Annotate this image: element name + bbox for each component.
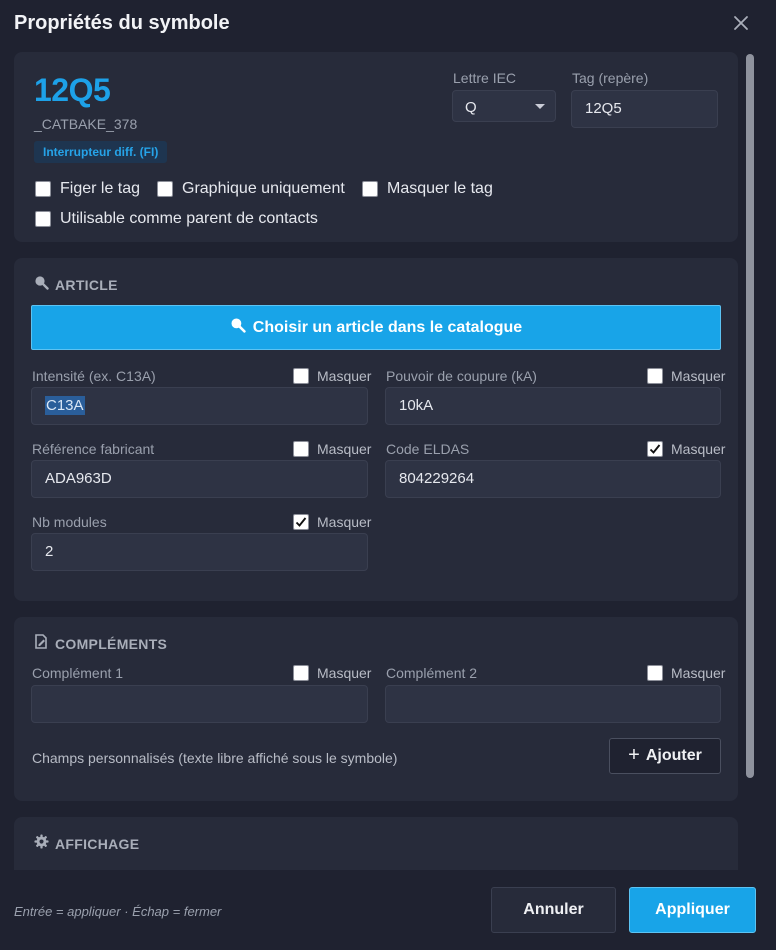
check-icon: [649, 444, 661, 454]
cancel-button[interactable]: Annuler: [491, 887, 616, 933]
iec-letter-value: Q: [465, 99, 477, 116]
article-card: ARTICLE Choisir un article dans le catal…: [14, 258, 738, 601]
option-contact-parent[interactable]: Utilisable comme parent de contacts: [35, 210, 318, 228]
field-label: Complément 2: [386, 665, 478, 681]
checkbox[interactable]: [293, 368, 309, 384]
plus-icon: +: [628, 743, 640, 766]
option-graphic-only[interactable]: Graphique uniquement: [157, 180, 345, 198]
field-label: Pouvoir de coupure (kA): [386, 368, 537, 384]
option-freeze-tag[interactable]: Figer le tag: [35, 180, 140, 198]
mask-toggle[interactable]: Masquer: [647, 665, 725, 681]
iec-letter-label: Lettre IEC: [453, 70, 517, 86]
checkbox[interactable]: [647, 441, 663, 457]
breaking-capacity-input[interactable]: 10kA: [385, 387, 721, 425]
edit-document-icon: [34, 634, 49, 654]
custom-fields-text: Champs personnalisés (texte libre affich…: [32, 750, 398, 766]
tag-label: Tag (repère): [572, 70, 649, 86]
catalog-id: _CATBAKE_378: [34, 116, 138, 132]
intensity-value: C13A: [45, 396, 85, 415]
complements-heading: COMPLÉMENTS: [34, 634, 167, 654]
checkbox[interactable]: [293, 514, 309, 530]
iec-letter-select[interactable]: Q: [452, 90, 556, 122]
add-button[interactable]: + Ajouter: [609, 738, 721, 774]
option-label: Figer le tag: [60, 180, 141, 197]
checkbox[interactable]: [293, 665, 309, 681]
dialog-header: Propriétés du symbole: [0, 0, 776, 50]
check-icon: [295, 517, 307, 527]
gear-icon: [34, 834, 49, 854]
keyboard-hint: Entrée = appliquer · Échap = fermer: [14, 904, 222, 919]
chevron-down-icon: [535, 104, 545, 109]
tag-input[interactable]: 12Q5: [571, 90, 718, 128]
choose-catalog-button[interactable]: Choisir un article dans le catalogue: [31, 305, 721, 350]
option-label: Graphique uniquement: [182, 180, 345, 197]
complement-2-input[interactable]: [385, 685, 721, 723]
field-label: Complément 1: [32, 665, 124, 681]
search-icon: [34, 275, 49, 295]
mask-toggle[interactable]: Masquer: [293, 665, 371, 681]
complements-card: COMPLÉMENTS Complément 1 Masquer Complém…: [14, 617, 738, 801]
add-button-label: Ajouter: [645, 747, 702, 764]
field-label: Intensité (ex. C13A): [32, 368, 156, 384]
checkbox[interactable]: [647, 665, 663, 681]
field-label: Nb modules: [32, 514, 107, 530]
tag-display: 12Q5: [34, 72, 111, 108]
close-icon[interactable]: [730, 12, 752, 34]
field-label: Code ELDAS: [386, 441, 470, 457]
search-icon: [230, 317, 246, 338]
option-label: Utilisable comme parent de contacts: [60, 210, 318, 227]
checkbox[interactable]: [293, 441, 309, 457]
mask-toggle[interactable]: Masquer: [293, 514, 371, 530]
complement-1-input[interactable]: [31, 685, 368, 723]
option-label: Masquer le tag: [387, 180, 493, 197]
eldas-code-input[interactable]: 804229264: [385, 460, 721, 498]
scroll-area[interactable]: 12Q5 _CATBAKE_378 Interrupteur diff. (FI…: [0, 50, 776, 870]
mask-toggle[interactable]: Masquer: [293, 441, 371, 457]
catalog-button-label: Choisir un article dans le catalogue: [252, 318, 523, 336]
identity-card: 12Q5 _CATBAKE_378 Interrupteur diff. (FI…: [14, 52, 738, 242]
field-label: Référence fabricant: [32, 441, 155, 457]
intensity-input[interactable]: C13A: [31, 387, 368, 425]
modules-input[interactable]: 2: [31, 533, 368, 571]
checkbox[interactable]: [362, 181, 378, 197]
checkbox[interactable]: [35, 211, 51, 227]
mask-toggle[interactable]: Masquer: [647, 368, 725, 384]
mask-toggle[interactable]: Masquer: [293, 368, 371, 384]
mask-toggle[interactable]: Masquer: [647, 441, 725, 457]
apply-button[interactable]: Appliquer: [629, 887, 756, 933]
article-heading: ARTICLE: [34, 275, 118, 295]
checkbox[interactable]: [35, 181, 51, 197]
display-card: AFFICHAGE: [14, 817, 738, 870]
dialog-footer: Entrée = appliquer · Échap = fermer Annu…: [0, 870, 776, 950]
display-heading: AFFICHAGE: [34, 834, 139, 854]
option-hide-tag[interactable]: Masquer le tag: [362, 180, 493, 198]
manufacturer-ref-input[interactable]: ADA963D: [31, 460, 368, 498]
type-badge: Interrupteur diff. (FI): [34, 141, 168, 163]
checkbox[interactable]: [157, 181, 173, 197]
dialog-title: Propriétés du symbole: [14, 12, 230, 34]
checkbox[interactable]: [647, 368, 663, 384]
scrollbar[interactable]: [746, 54, 754, 778]
